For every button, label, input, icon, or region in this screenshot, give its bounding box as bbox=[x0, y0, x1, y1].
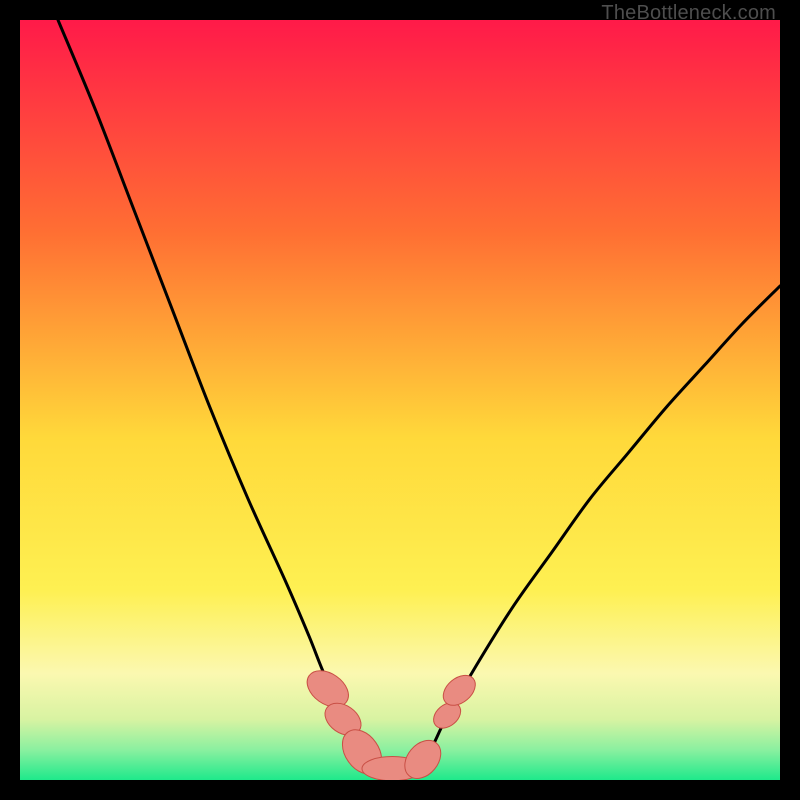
chart-frame: TheBottleneck.com bbox=[0, 0, 800, 800]
data-dots-group bbox=[300, 663, 481, 780]
curve-svg bbox=[20, 20, 780, 780]
bottleneck-curve bbox=[58, 20, 780, 770]
plot-area bbox=[20, 20, 780, 780]
